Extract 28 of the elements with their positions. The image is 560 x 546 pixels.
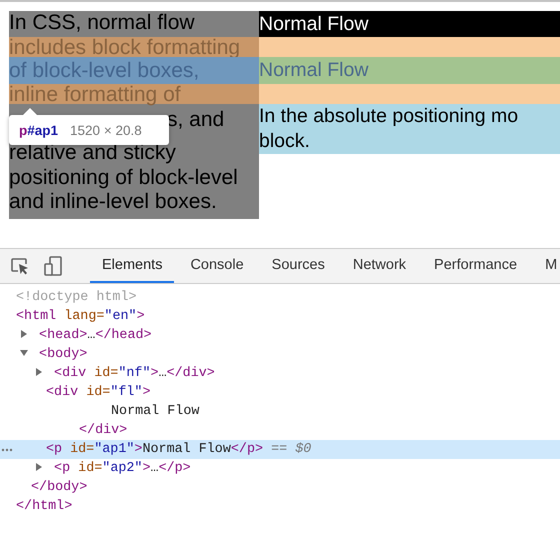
collapsed-triangle-icon[interactable] bbox=[35, 368, 43, 376]
devtools-tab[interactable]: Sources bbox=[260, 249, 337, 283]
inspect-icon[interactable] bbox=[10, 256, 30, 276]
closing-tag-line[interactable]: </html> bbox=[0, 497, 560, 516]
dom-node-line[interactable]: <html lang="en"> bbox=[0, 307, 560, 326]
devtools-tab[interactable]: Elements bbox=[90, 249, 174, 283]
devtools-tab[interactable]: M bbox=[533, 249, 560, 283]
closing-tag-line[interactable]: </div> bbox=[0, 421, 560, 440]
devtools-tab[interactable]: Performance bbox=[422, 249, 530, 283]
dom-node-line[interactable]: <div id="fl"> bbox=[0, 383, 560, 402]
paragraph: In the absolute positioning mo block. bbox=[259, 104, 560, 154]
size-label: 1520 × 20.8 bbox=[70, 122, 142, 138]
more-icon[interactable] bbox=[1, 448, 13, 452]
expanded-triangle-icon[interactable] bbox=[20, 349, 28, 357]
collapsed-triangle-icon[interactable] bbox=[35, 463, 43, 471]
dom-node-line[interactable]: <body> bbox=[0, 345, 560, 364]
device-icon[interactable] bbox=[43, 256, 63, 276]
highlighted-paragraph: Normal Flow bbox=[259, 57, 560, 84]
closing-tag-line[interactable]: </body> bbox=[0, 478, 560, 497]
dom-node-line[interactable]: <head>…</head> bbox=[0, 326, 560, 345]
dom-node-line[interactable]: <p id="ap2">…</p> bbox=[0, 459, 560, 478]
selector-label: p#ap1 bbox=[19, 122, 58, 138]
dom-node-line[interactable]: <div id="nf">…</div> bbox=[0, 364, 560, 383]
devtools-tab[interactable]: Network bbox=[340, 249, 418, 283]
devtools-tab[interactable]: Console bbox=[178, 249, 256, 283]
heading-bar: Normal Flow bbox=[259, 11, 560, 37]
collapsed-triangle-icon[interactable] bbox=[20, 330, 28, 338]
text-node-line[interactable]: Normal Flow bbox=[0, 402, 560, 421]
